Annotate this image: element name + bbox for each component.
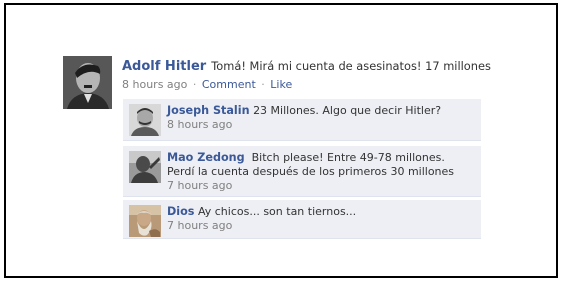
comment-link[interactable]: Comment	[202, 78, 256, 91]
separator-dot: ·	[261, 78, 265, 91]
comment-text: 23 Millones. Algo que decir Hitler?	[253, 104, 442, 117]
comment-author[interactable]: Joseph Stalin	[167, 104, 250, 117]
comment-body: Mao Zedong Bitch please! Entre 49-78 mil…	[167, 151, 475, 193]
comment-item: Joseph Stalin 23 Millones. Algo que deci…	[123, 99, 481, 141]
post-time: 8 hours ago	[122, 78, 188, 91]
comment-time: 7 hours ago	[167, 179, 233, 192]
post-meta: 8 hours ago · Comment · Like	[122, 78, 292, 91]
post-header: Adolf Hitler Tomá! Mirá mi cuenta de ase…	[122, 55, 542, 74]
avatar[interactable]	[129, 104, 161, 136]
comment-item: Mao Zedong Bitch please! Entre 49-78 mil…	[123, 146, 481, 197]
comment-author[interactable]: Dios	[167, 205, 194, 218]
portrait-icon	[129, 151, 161, 183]
portrait-icon	[63, 56, 112, 109]
post-text: Tomá! Mirá mi cuenta de asesinatos! 17 m…	[211, 59, 491, 73]
avatar[interactable]	[129, 205, 161, 237]
portrait-icon	[129, 205, 161, 237]
comment-body: Dios Ay chicos... son tan tiernos... 7 h…	[167, 205, 475, 233]
comment-item: Dios Ay chicos... son tan tiernos... 7 h…	[123, 200, 481, 239]
comment-author[interactable]: Mao Zedong	[167, 151, 245, 164]
comment-time: 8 hours ago	[167, 118, 233, 131]
portrait-icon	[129, 104, 161, 136]
comment-text: Ay chicos... son tan tiernos...	[197, 205, 357, 218]
avatar[interactable]	[129, 151, 161, 183]
post-author[interactable]: Adolf Hitler	[122, 59, 206, 74]
comment-body: Joseph Stalin 23 Millones. Algo que deci…	[167, 104, 475, 132]
comment-time: 7 hours ago	[167, 219, 233, 232]
avatar[interactable]	[63, 56, 112, 109]
separator-dot: ·	[192, 78, 197, 91]
like-link[interactable]: Like	[270, 78, 292, 91]
